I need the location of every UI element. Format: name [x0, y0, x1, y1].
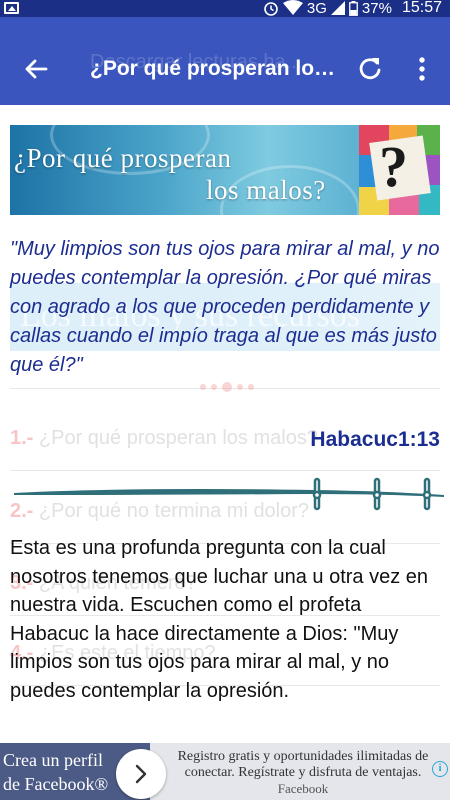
battery-percent: 37%	[361, 0, 392, 17]
bible-quote: "Muy limpios son tus ojos para mirar al …	[10, 238, 440, 376]
ghost-separator	[10, 470, 440, 471]
ghost-list-item: 1.- ¿Por qué prosperan los malos?	[10, 427, 318, 449]
ad-source: Facebook	[277, 781, 329, 796]
ghost-page-dots	[200, 382, 254, 392]
decorative-divider	[14, 477, 444, 511]
app-toolbar: Descargar lecturas ha... ¿Por qué prospe…	[0, 17, 450, 105]
alarm-icon	[264, 2, 278, 16]
article-body-text: Esta es una profunda pregunta con la cua…	[10, 537, 429, 702]
more-vertical-icon[interactable]	[410, 54, 434, 84]
header-banner-image: ¿Por qué prosperan los malos? ?	[10, 125, 440, 215]
status-bar: 3G 37% 15:57	[0, 0, 450, 17]
bible-reference: Habacuc1:13	[310, 428, 440, 451]
page-title: ¿Por qué prosperan los malos?	[90, 57, 340, 80]
signal-icon	[330, 1, 345, 15]
ad-description: Registro gratis y oportunidades ilimitad…	[172, 749, 434, 797]
article-content[interactable]: 1.- ¿Por qué prosperan los malos? 2.- ¿P…	[0, 105, 450, 743]
clock: 15:57	[401, 0, 442, 16]
ad-banner[interactable]: Crea un perfil de Facebook® Registro gra…	[0, 743, 450, 800]
wifi-icon	[282, 0, 303, 15]
ad-open-button[interactable]	[116, 749, 166, 799]
arrow-left-icon[interactable]	[18, 51, 54, 87]
battery-icon	[349, 0, 358, 16]
banner-title-line1: ¿Por qué prosperan	[14, 143, 232, 173]
chevron-right-icon	[135, 764, 147, 784]
status-icons: 3G 37% 15:57	[263, 0, 442, 17]
ad-title: Crea un perfil de Facebook®	[3, 750, 109, 794]
network-type: 3G	[306, 0, 327, 17]
refresh-icon[interactable]	[355, 54, 385, 84]
banner-title-line2: los malos?	[206, 175, 326, 205]
app-screen: 3G 37% 15:57 Descargar lecturas ha... ¿P…	[0, 0, 450, 800]
question-mark-collage-icon: ?	[359, 125, 440, 215]
ad-info-icon[interactable]: i	[432, 761, 448, 777]
gallery-notification-icon	[4, 2, 19, 14]
